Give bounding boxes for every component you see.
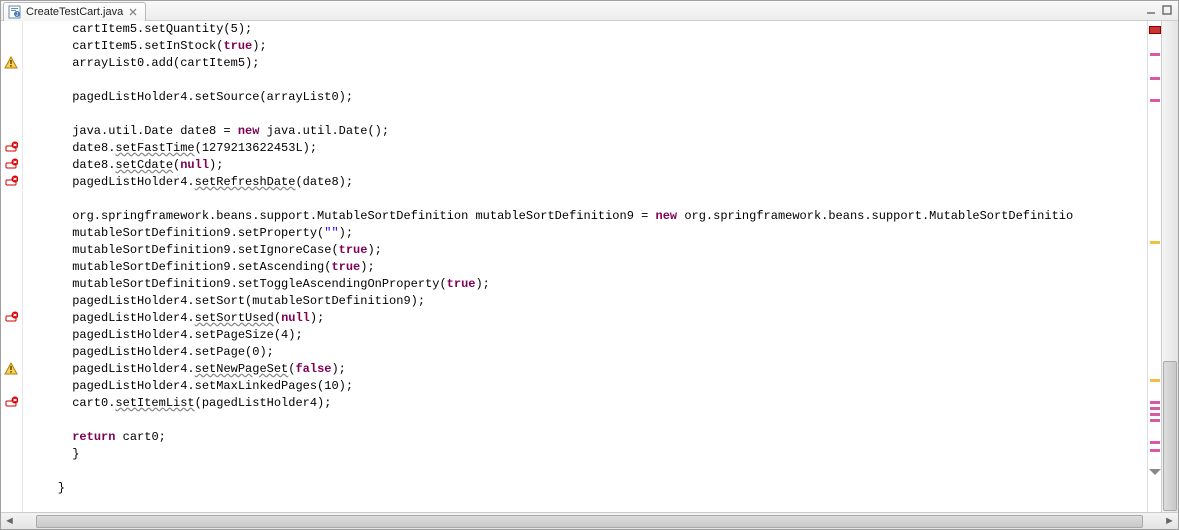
error-marker-icon[interactable] [4,175,18,189]
warning-marker-icon[interactable] [4,56,18,70]
source-code[interactable]: cartItem5.setQuantity(5); cartItem5.setI… [23,21,1147,497]
overview-marker[interactable] [1150,77,1160,80]
overview-marker[interactable] [1150,419,1160,422]
minimize-icon[interactable] [1144,3,1158,17]
horizontal-scrollbar-track[interactable] [18,514,1161,529]
gutter[interactable] [1,21,23,512]
file-tab[interactable]: J CreateTestCart.java [3,2,146,21]
maximize-icon[interactable] [1160,3,1174,17]
vertical-scrollbar[interactable] [1161,21,1178,512]
overview-error-indicator[interactable] [1149,26,1161,34]
horizontal-scrollbar[interactable]: ◄ ► [1,512,1178,529]
scroll-left-icon[interactable]: ◄ [1,514,18,529]
overview-ruler[interactable] [1147,21,1161,512]
code-area[interactable]: cartItem5.setQuantity(5); cartItem5.setI… [23,21,1147,512]
overview-caret-icon[interactable] [1149,466,1161,472]
tab-bar: J CreateTestCart.java [1,1,1178,21]
error-marker-icon[interactable] [4,141,18,155]
warning-marker-icon[interactable] [4,362,18,376]
scroll-right-icon[interactable]: ► [1161,514,1178,529]
horizontal-scrollbar-thumb[interactable] [36,515,1143,528]
error-marker-icon[interactable] [4,158,18,172]
overview-marker[interactable] [1150,449,1160,452]
editor-frame: J CreateTestCart.java cartItem5.setQuant… [0,0,1179,530]
tab-title: CreateTestCart.java [26,6,123,18]
vertical-scrollbar-thumb[interactable] [1163,361,1177,511]
error-marker-icon[interactable] [4,311,18,325]
overview-marker[interactable] [1150,53,1160,56]
close-icon[interactable] [127,6,139,18]
java-file-icon: J [8,5,22,19]
error-marker-icon[interactable] [4,396,18,410]
window-controls [1144,3,1174,17]
overview-marker[interactable] [1150,379,1160,382]
overview-marker[interactable] [1150,441,1160,444]
overview-marker[interactable] [1150,99,1160,102]
overview-marker[interactable] [1150,407,1160,410]
overview-marker[interactable] [1150,413,1160,416]
overview-marker[interactable] [1150,241,1160,244]
editor-body: cartItem5.setQuantity(5); cartItem5.setI… [1,21,1178,512]
overview-marker[interactable] [1150,401,1160,404]
